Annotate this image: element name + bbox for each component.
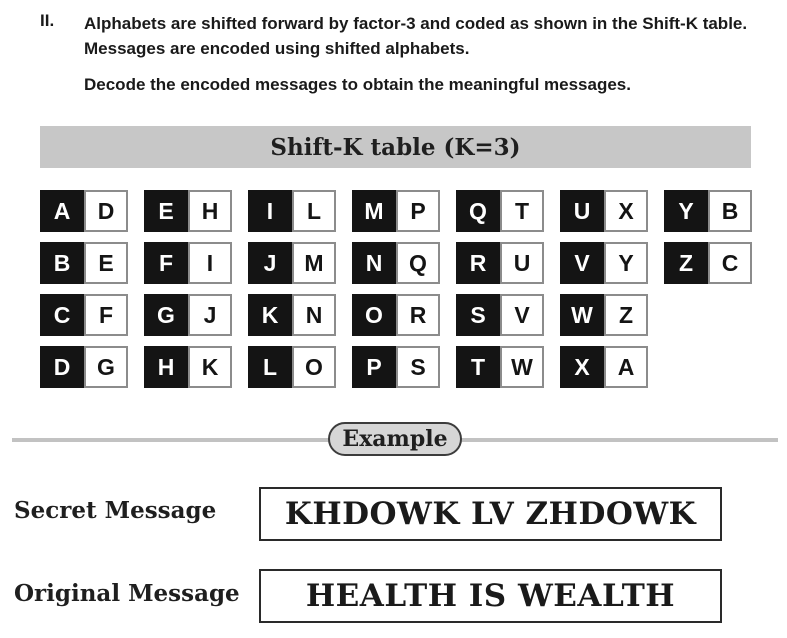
plain-letter: Z	[664, 242, 708, 284]
coded-letter: T	[500, 190, 544, 232]
plain-letter: B	[40, 242, 84, 284]
question-instruction: Decode the encoded messages to obtain th…	[84, 75, 631, 94]
coded-letter: J	[188, 294, 232, 336]
coded-letter: O	[292, 346, 336, 388]
shift-pair: NQ	[352, 242, 440, 284]
shift-pair: SV	[456, 294, 544, 336]
coded-letter: X	[604, 190, 648, 232]
shift-pair: GJ	[144, 294, 232, 336]
plain-letter: A	[40, 190, 84, 232]
plain-letter: J	[248, 242, 292, 284]
coded-letter: C	[708, 242, 752, 284]
shift-pair: YB	[664, 190, 752, 232]
coded-letter: N	[292, 294, 336, 336]
coded-letter: U	[500, 242, 544, 284]
plain-letter: T	[456, 346, 500, 388]
shift-pair: MP	[352, 190, 440, 232]
shift-table-title: Shift-K table (K=3)	[270, 133, 521, 161]
coded-letter: R	[396, 294, 440, 336]
plain-letter: P	[352, 346, 396, 388]
secret-message-value: KHDOWK LV ZHDOWK	[284, 496, 697, 532]
coded-letter: I	[188, 242, 232, 284]
coded-letter: V	[500, 294, 544, 336]
plain-letter: S	[456, 294, 500, 336]
coded-letter: Y	[604, 242, 648, 284]
plain-letter: G	[144, 294, 188, 336]
coded-letter: H	[188, 190, 232, 232]
shift-pair: QT	[456, 190, 544, 232]
coded-letter: W	[500, 346, 544, 388]
question-number: II.	[40, 11, 55, 30]
plain-letter: C	[40, 294, 84, 336]
original-message-box: HEALTH IS WEALTH	[259, 569, 722, 623]
coded-letter: S	[396, 346, 440, 388]
shift-pair: VY	[560, 242, 648, 284]
shift-pair: LO	[248, 346, 336, 388]
secret-message-box: KHDOWK LV ZHDOWK	[259, 487, 722, 541]
example-label: Example	[328, 422, 462, 456]
plain-letter: H	[144, 346, 188, 388]
plain-letter: D	[40, 346, 84, 388]
coded-letter: D	[84, 190, 128, 232]
coded-letter: Z	[604, 294, 648, 336]
original-message-label: Original Message	[14, 580, 240, 607]
shift-pair: CF	[40, 294, 128, 336]
shift-pair: HK	[144, 346, 232, 388]
shift-pair: ZC	[664, 242, 752, 284]
shift-pair: PS	[352, 346, 440, 388]
coded-letter: Q	[396, 242, 440, 284]
coded-letter: P	[396, 190, 440, 232]
shift-pair: DG	[40, 346, 128, 388]
shift-pair: XA	[560, 346, 648, 388]
plain-letter: R	[456, 242, 500, 284]
coded-letter: L	[292, 190, 336, 232]
coded-letter: A	[604, 346, 648, 388]
coded-letter: F	[84, 294, 128, 336]
shift-pair: TW	[456, 346, 544, 388]
plain-letter: N	[352, 242, 396, 284]
plain-letter: U	[560, 190, 604, 232]
shift-table-header: Shift-K table (K=3)	[40, 126, 751, 168]
plain-letter: W	[560, 294, 604, 336]
coded-letter: B	[708, 190, 752, 232]
coded-letter: M	[292, 242, 336, 284]
plain-letter: E	[144, 190, 188, 232]
coded-letter: K	[188, 346, 232, 388]
plain-letter: Y	[664, 190, 708, 232]
shift-pair: IL	[248, 190, 336, 232]
shift-pair: EH	[144, 190, 232, 232]
plain-letter: V	[560, 242, 604, 284]
question-text: Alphabets are shifted forward by factor-…	[84, 14, 748, 58]
original-message-value: HEALTH IS WEALTH	[305, 578, 676, 614]
plain-letter: M	[352, 190, 396, 232]
shift-pair: BE	[40, 242, 128, 284]
shift-pair: KN	[248, 294, 336, 336]
shift-pair: WZ	[560, 294, 648, 336]
coded-letter: E	[84, 242, 128, 284]
plain-letter: L	[248, 346, 292, 388]
plain-letter: O	[352, 294, 396, 336]
secret-message-label: Secret Message	[14, 497, 217, 524]
shift-pair: JM	[248, 242, 336, 284]
shift-pair: FI	[144, 242, 232, 284]
shift-pair: AD	[40, 190, 128, 232]
plain-letter: F	[144, 242, 188, 284]
shift-pair: UX	[560, 190, 648, 232]
plain-letter: I	[248, 190, 292, 232]
plain-letter: X	[560, 346, 604, 388]
coded-letter: G	[84, 346, 128, 388]
plain-letter: Q	[456, 190, 500, 232]
shift-pair: OR	[352, 294, 440, 336]
shift-pair: RU	[456, 242, 544, 284]
plain-letter: K	[248, 294, 292, 336]
